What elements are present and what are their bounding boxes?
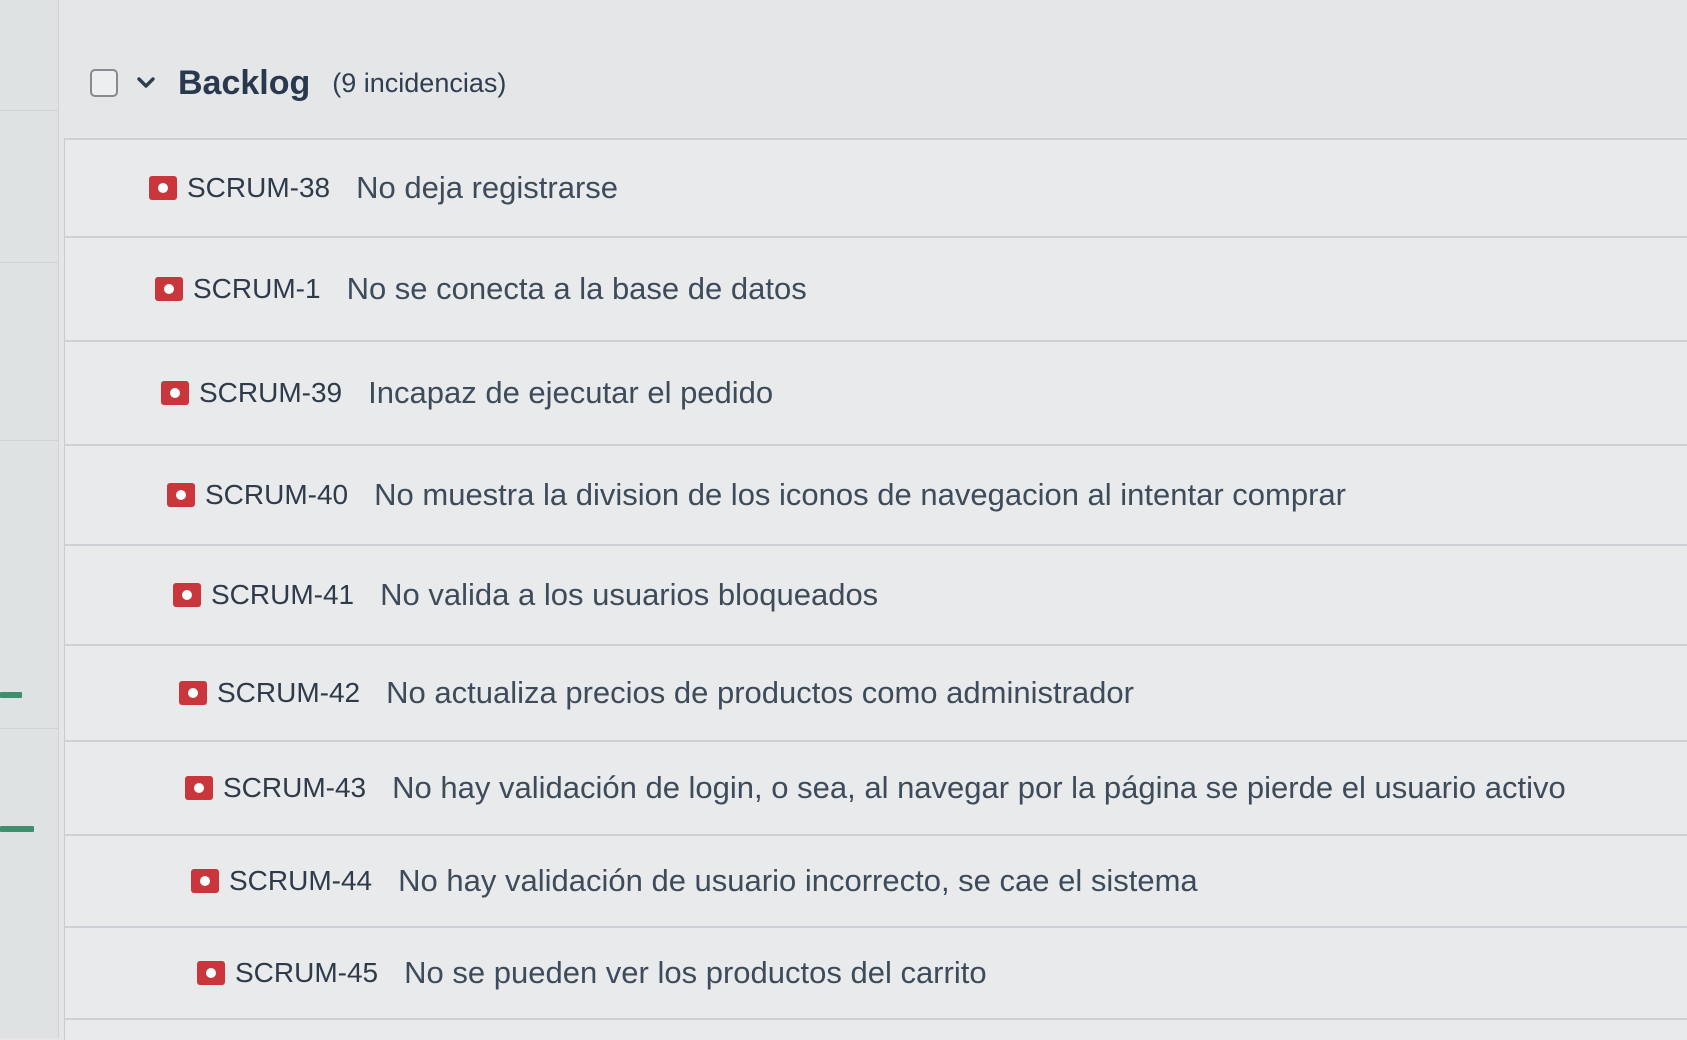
issue-row[interactable]: SCRUM-45 No se pueden ver los productos … <box>65 928 1687 1020</box>
issue-key[interactable]: SCRUM-45 <box>235 957 378 989</box>
issue-row[interactable]: SCRUM-1 No se conecta a la base de datos <box>65 238 1687 342</box>
issue-key[interactable]: SCRUM-38 <box>187 172 330 204</box>
sidebar-divider <box>0 110 58 111</box>
issue-row[interactable]: SCRUM-42 No actualiza precios de product… <box>65 646 1687 742</box>
issue-key[interactable]: SCRUM-44 <box>229 865 372 897</box>
bug-icon <box>161 381 189 405</box>
bug-icon <box>179 681 207 705</box>
issue-key[interactable]: SCRUM-41 <box>211 579 354 611</box>
backlog-header[interactable]: Backlog (9 incidencias) <box>90 58 506 108</box>
sidebar-status-marker <box>0 692 22 698</box>
issue-summary: No hay validación de usuario incorrecto,… <box>398 863 1198 898</box>
backlog-title: Backlog <box>178 63 311 102</box>
issue-key[interactable]: SCRUM-39 <box>199 377 342 409</box>
issue-key[interactable]: SCRUM-1 <box>193 273 321 305</box>
issue-row[interactable]: SCRUM-39 Incapaz de ejecutar el pedido <box>65 342 1687 446</box>
bug-icon <box>197 961 225 985</box>
issue-summary: No muestra la division de los iconos de … <box>374 477 1346 512</box>
issue-row[interactable]: SCRUM-41 No valida a los usuarios bloque… <box>65 546 1687 646</box>
sidebar-divider <box>0 440 58 441</box>
issue-summary: Incapaz de ejecutar el pedido <box>368 375 774 410</box>
sidebar-status-marker <box>0 826 34 832</box>
issue-summary: No deja registrarse <box>356 170 619 205</box>
bug-icon <box>155 277 183 301</box>
sidebar-divider <box>0 728 58 729</box>
chevron-down-icon[interactable] <box>134 71 158 95</box>
issue-summary: No se pueden ver los productos del carri… <box>404 955 987 990</box>
issue-summary: No valida a los usuarios bloqueados <box>380 577 879 612</box>
issue-summary: No hay validación de login, o sea, al na… <box>392 770 1566 805</box>
backlog-issue-list: SCRUM-38 No deja registrarse SCRUM-1 No … <box>64 138 1687 1040</box>
issue-row[interactable]: SCRUM-44 No hay validación de usuario in… <box>65 836 1687 928</box>
issue-key[interactable]: SCRUM-42 <box>217 677 360 709</box>
bug-icon <box>167 483 195 507</box>
backlog-issue-count: (9 incidencias) <box>332 67 507 98</box>
bug-icon <box>191 869 219 893</box>
issue-row[interactable]: SCRUM-40 No muestra la division de los i… <box>65 446 1687 546</box>
issue-key[interactable]: SCRUM-43 <box>223 772 366 804</box>
bug-icon <box>185 776 213 800</box>
issue-key[interactable]: SCRUM-40 <box>205 479 348 511</box>
sidebar-divider <box>0 262 58 263</box>
bug-icon <box>149 176 177 200</box>
issue-summary: No actualiza precios de productos como a… <box>386 675 1134 710</box>
left-sidebar-strip <box>0 0 59 1038</box>
issue-summary: No se conecta a la base de datos <box>346 271 807 306</box>
backlog-select-checkbox[interactable] <box>90 69 118 97</box>
issue-row[interactable]: SCRUM-38 No deja registrarse <box>65 140 1687 238</box>
issue-row[interactable]: SCRUM-43 No hay validación de login, o s… <box>65 742 1687 836</box>
bug-icon <box>173 583 201 607</box>
